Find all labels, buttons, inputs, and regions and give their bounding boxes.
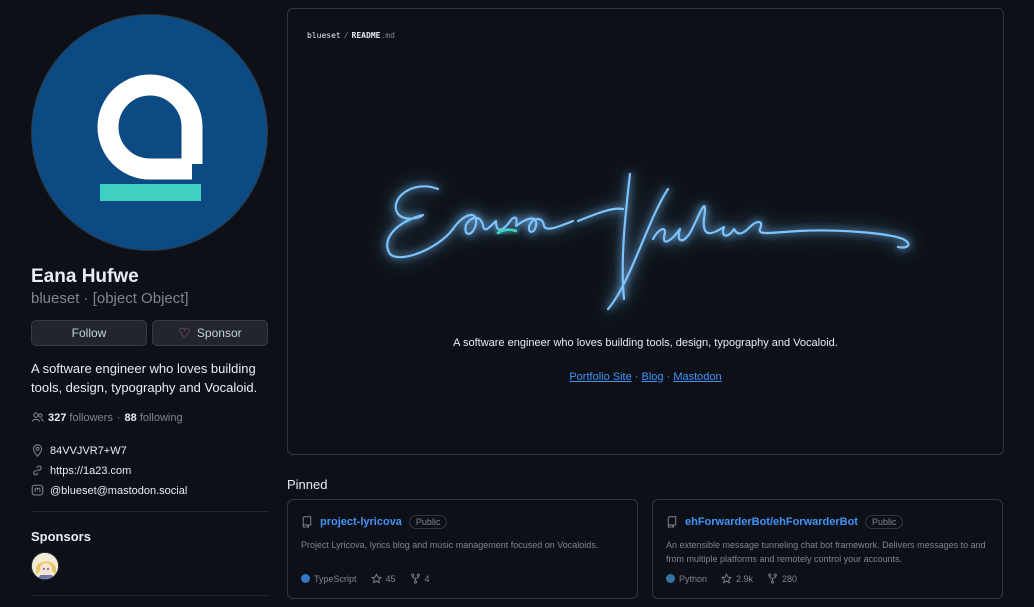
readme-filename: README: [351, 31, 381, 40]
fork-icon: [410, 573, 420, 584]
readme-bio: A software engineer who loves building t…: [453, 337, 838, 349]
portfolio-link[interactable]: Portfolio Site: [569, 371, 631, 383]
readme-extension: .md: [380, 31, 395, 40]
stars-count: 45: [385, 573, 396, 584]
readme-breadcrumb: blueset / README.md: [307, 31, 395, 40]
blog-link[interactable]: Blog: [642, 371, 664, 383]
forks-count: 4: [424, 573, 430, 584]
repo-description: Project Lyricova, lyrics blog and music …: [301, 540, 599, 550]
mastodon-readme-link[interactable]: Mastodon: [673, 371, 721, 383]
repo-meta: TypeScript 45 4: [301, 573, 430, 584]
following-label: following: [139, 411, 183, 424]
link-separator: ·: [634, 371, 639, 383]
location-item: 84VVJVR7+W7: [31, 444, 127, 457]
repo-language: Python: [666, 574, 707, 584]
website-link[interactable]: https://1a23.com: [50, 465, 131, 477]
repo-icon: [302, 516, 312, 528]
repo-stars[interactable]: 2.9k: [721, 573, 753, 584]
location-icon: [32, 444, 43, 457]
star-icon: [370, 573, 382, 584]
repo-stars[interactable]: 45: [370, 573, 396, 584]
repo-forks[interactable]: 4: [410, 573, 430, 584]
profile-bio: A software engineer who loves building t…: [31, 361, 258, 395]
star-icon: [721, 573, 732, 584]
follow-button-label: Follow: [71, 326, 107, 340]
profile-page: Eana Hufwe blueset · [object Object] Fol…: [0, 0, 1034, 607]
pinned-repo-card: ehForwarderBot/ehForwarderBot Public An …: [652, 499, 1003, 599]
repo-forks[interactable]: 280: [767, 573, 797, 584]
pinned-repo-card: project-lyricova Public Project Lyricova…: [287, 499, 638, 599]
follow-button[interactable]: Follow: [31, 320, 147, 346]
forks-count: 280: [782, 573, 798, 584]
repo-name-link[interactable]: project-lyricova: [320, 516, 402, 528]
following-link[interactable]: 88 following: [125, 412, 183, 424]
website-item[interactable]: https://1a23.com: [31, 464, 131, 477]
neon-signature-banner: [386, 172, 910, 311]
language-color-dot: [301, 574, 310, 583]
sponsor-button-label: Sponsor: [196, 326, 242, 340]
language-color-dot: [666, 574, 675, 583]
avatar-logo-icon: [97, 74, 203, 201]
following-count: 88: [124, 411, 137, 424]
followers-link[interactable]: 327 followers: [48, 412, 113, 424]
visibility-badge: Public: [408, 515, 448, 529]
fork-icon: [768, 573, 777, 584]
followers-label: followers: [69, 411, 113, 424]
visibility-badge: Public: [864, 515, 904, 529]
repo-language: TypeScript: [301, 574, 357, 584]
link-icon: [33, 465, 42, 476]
sponsor-button[interactable]: ♡ Sponsor: [152, 320, 268, 346]
sponsor-avatar[interactable]: [31, 552, 59, 580]
language-name: Python: [679, 573, 708, 584]
link-separator: ·: [666, 371, 671, 383]
readme-panel: blueset / README.md A software engineer …: [287, 8, 1004, 455]
sponsors-heading: Sponsors: [31, 529, 91, 544]
divider: [31, 595, 268, 596]
repo-meta: Python 2.9k 280: [666, 573, 797, 584]
followers-count: 327: [48, 411, 67, 424]
breadcrumb-separator: /: [343, 31, 349, 40]
divider: [31, 511, 268, 512]
profile-name: Eana Hufwe: [31, 266, 139, 287]
heart-icon: ♡: [178, 325, 191, 341]
language-name: TypeScript: [314, 573, 357, 584]
sponsor-avatar-image: [32, 553, 58, 579]
mastodon-item[interactable]: @blueset@mastodon.social: [31, 484, 187, 497]
repo-description: An extensible message tunneling chat bot…: [666, 540, 986, 564]
profile-login: blueset · [object Object]: [31, 290, 189, 307]
readme-owner-link[interactable]: blueset: [307, 31, 341, 40]
repo-icon: [667, 516, 677, 528]
stats-separator: ·: [116, 411, 121, 424]
repo-name-link[interactable]: ehForwarderBot/ehForwarderBot: [685, 516, 858, 528]
follow-stats: 327 followers · 88 following: [31, 411, 183, 424]
people-icon: [31, 412, 44, 422]
location-text: 84VVJVR7+W7: [50, 444, 127, 457]
avatar[interactable]: [31, 14, 268, 251]
mastodon-icon: [31, 484, 44, 496]
mastodon-link[interactable]: @blueset@mastodon.social: [50, 485, 187, 497]
pinned-heading: Pinned: [287, 477, 328, 492]
readme-links: Portfolio Site · Blog · Mastodon: [288, 371, 1003, 383]
stars-count: 2.9k: [736, 573, 754, 584]
